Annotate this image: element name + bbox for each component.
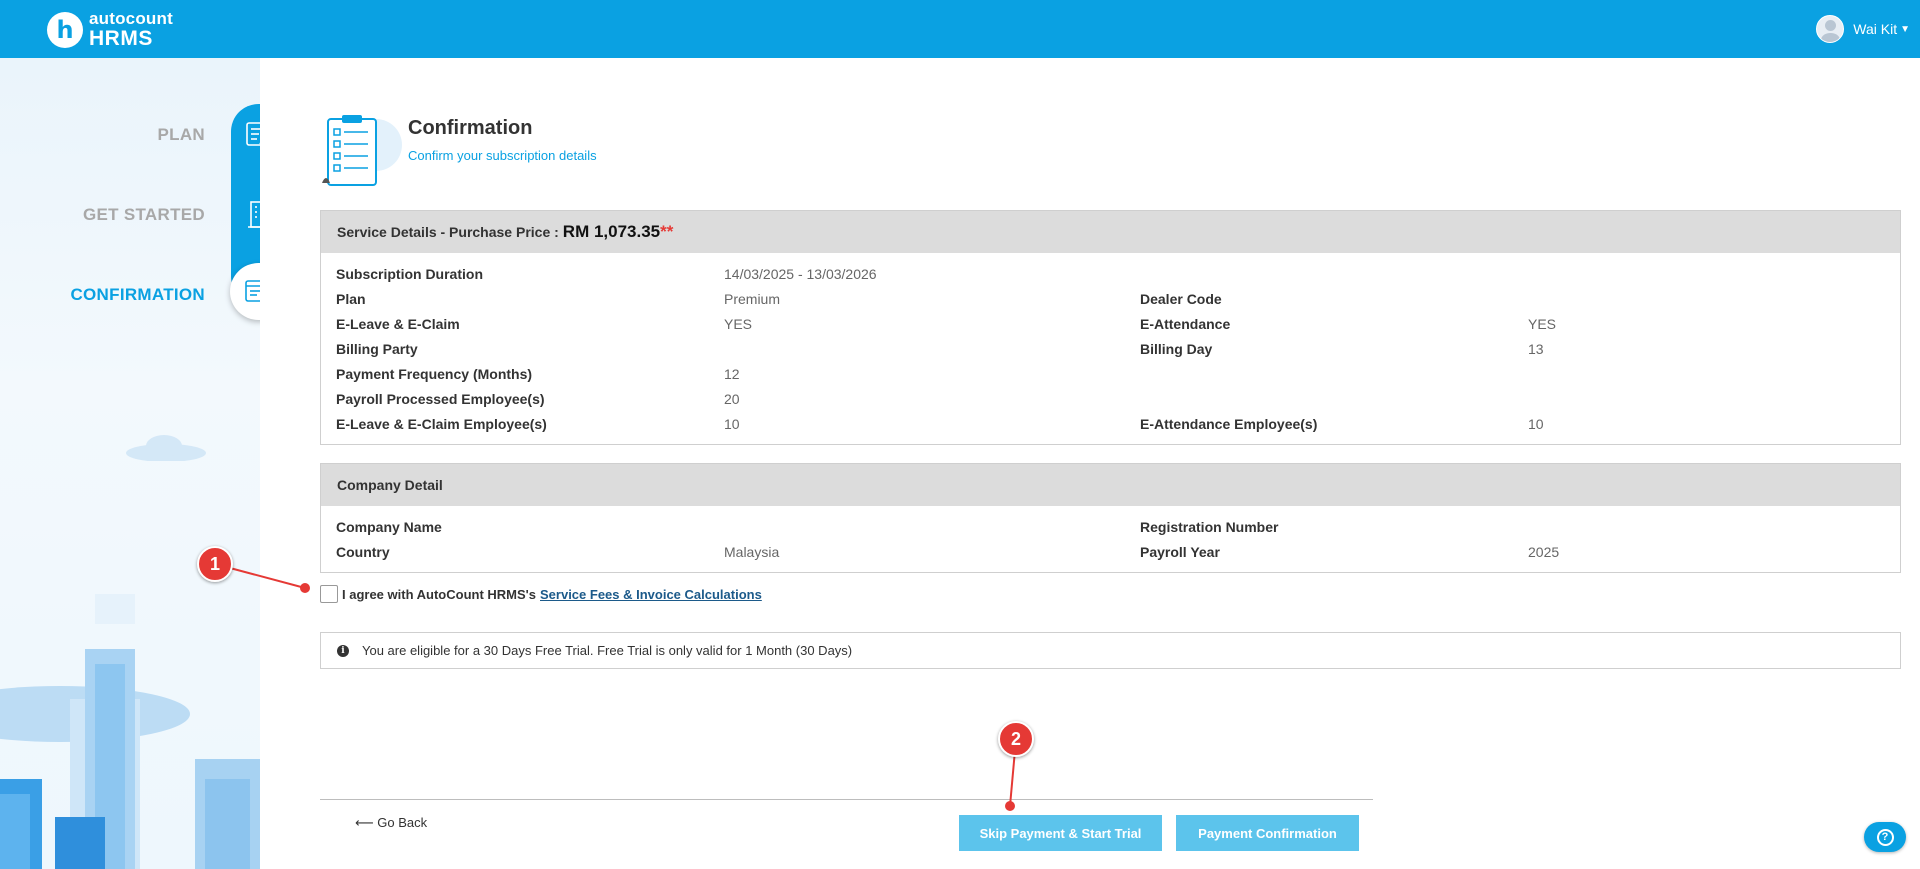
field-label: Dealer Code xyxy=(1140,291,1222,307)
footer-divider xyxy=(320,799,1373,800)
detail-row: Subscription Duration 14/03/2025 - 13/03/… xyxy=(321,263,1900,288)
agreement-checkbox[interactable] xyxy=(320,585,338,603)
service-fees-link[interactable]: Service Fees & Invoice Calculations xyxy=(540,587,762,602)
field-label: Subscription Duration xyxy=(336,266,483,282)
service-details-heading: Service Details - Purchase Price : xyxy=(337,224,559,240)
edit-document-icon xyxy=(243,118,260,150)
company-detail-panel: Company Detail Company Name Registration … xyxy=(320,463,1901,573)
page-title: Confirmation xyxy=(408,117,533,139)
detail-row: Country Malaysia Payroll Year 2025 xyxy=(321,541,1900,566)
field-value: YES xyxy=(1528,316,1557,332)
city-skyline-illustration xyxy=(0,594,260,869)
field-label: Registration Number xyxy=(1140,519,1279,535)
field-value: 20 xyxy=(724,391,740,407)
building-icon xyxy=(243,198,260,230)
service-details-header: Service Details - Purchase Price : RM 1,… xyxy=(321,211,1900,253)
price-footnote-mark: ** xyxy=(660,222,674,241)
field-value: Malaysia xyxy=(724,544,780,560)
user-menu[interactable]: Wai Kit ▼ xyxy=(1816,15,1910,43)
service-details-grid: Subscription Duration 14/03/2025 - 13/03/… xyxy=(321,253,1900,444)
annotation-pointer-1 xyxy=(300,583,310,593)
annotation-marker-1: 1 xyxy=(197,546,233,582)
purchase-price: RM 1,073.35 xyxy=(562,222,661,241)
free-trial-text: You are eligible for a 30 Days Free Tria… xyxy=(362,643,853,658)
field-label: E-Attendance Employee(s) xyxy=(1140,416,1318,432)
stepper-sidebar: PLAN GET STARTED CONFIRMATION xyxy=(0,58,260,869)
user-name: Wai Kit xyxy=(1853,21,1898,37)
annotation-pointer-2 xyxy=(1005,801,1015,811)
go-back-link[interactable]: ⟵ Go Back xyxy=(355,815,427,831)
field-label: E-Leave & E-Claim Employee(s) xyxy=(336,416,547,432)
info-icon: i xyxy=(337,644,349,657)
detail-row: Company Name Registration Number xyxy=(321,516,1900,541)
field-value: 14/03/2025 - 13/03/2026 xyxy=(724,266,877,282)
field-value: 2025 xyxy=(1528,544,1560,560)
payment-confirmation-button[interactable]: Payment Confirmation xyxy=(1176,815,1359,851)
step-label-confirmation[interactable]: CONFIRMATION xyxy=(70,285,205,305)
agreement-text: I agree with AutoCount HRMS's xyxy=(342,586,536,602)
field-label: Country xyxy=(336,544,390,560)
page-subtitle: Confirm your subscription details xyxy=(408,148,597,163)
help-button[interactable]: ? xyxy=(1864,822,1906,852)
field-value: 10 xyxy=(1528,416,1544,432)
field-value: 12 xyxy=(724,366,740,382)
step-label-plan[interactable]: PLAN xyxy=(158,125,205,145)
field-label: Payment Frequency (Months) xyxy=(336,366,533,382)
page-header: Confirmation Confirm your subscription d… xyxy=(320,113,1220,193)
field-label: E-Attendance xyxy=(1140,316,1231,332)
field-value: YES xyxy=(724,316,753,332)
skip-payment-start-trial-button[interactable]: Skip Payment & Start Trial xyxy=(959,815,1162,851)
help-icon: ? xyxy=(1876,828,1894,846)
app-logo[interactable]: h autocount HRMS xyxy=(47,10,173,49)
confirm-document-icon xyxy=(244,279,260,302)
detail-row: Plan Premium Dealer Code xyxy=(321,288,1900,313)
logo-text-top: autocount xyxy=(89,9,173,28)
field-label: Payroll Year xyxy=(1140,544,1220,560)
field-label: Billing Day xyxy=(1140,341,1213,357)
service-details-panel: Service Details - Purchase Price : RM 1,… xyxy=(320,210,1901,445)
logo-text-bottom: HRMS xyxy=(89,27,153,50)
step-label-get-started[interactable]: GET STARTED xyxy=(83,205,205,225)
detail-row: Payroll Processed Employee(s) 20 xyxy=(321,388,1900,413)
field-value: 10 xyxy=(724,416,740,432)
field-label: Payroll Processed Employee(s) xyxy=(336,391,545,407)
field-label: Plan xyxy=(336,291,366,307)
detail-row: Payment Frequency (Months) 12 xyxy=(321,363,1900,388)
free-trial-notice: i You are eligible for a 30 Days Free Tr… xyxy=(320,632,1901,669)
company-detail-header: Company Detail xyxy=(321,464,1900,506)
field-label: Company Name xyxy=(336,519,442,535)
cloud-illustration xyxy=(126,435,206,461)
avatar xyxy=(1816,15,1845,43)
company-detail-grid: Company Name Registration Number Country Ma… xyxy=(321,506,1900,572)
logo-mark: h xyxy=(47,11,83,48)
field-label: E-Leave & E-Claim xyxy=(336,316,460,332)
detail-row: Billing Party Billing Day 13 xyxy=(321,338,1900,363)
field-value: 13 xyxy=(1528,341,1544,357)
detail-row: E-Leave & E-Claim YES E-Attendance YES xyxy=(321,313,1900,338)
detail-row: E-Leave & E-Claim Employee(s) 10 E-Attenda… xyxy=(321,413,1900,438)
field-value: Premium xyxy=(724,291,781,307)
annotation-marker-2: 2 xyxy=(998,721,1034,757)
chevron-down-icon: ▼ xyxy=(1900,23,1910,35)
agreement-row: I agree with AutoCount HRMS's Service Fe… xyxy=(320,585,762,603)
clipboard-checklist-illustration xyxy=(322,115,402,186)
field-label: Billing Party xyxy=(336,341,418,357)
top-bar: h autocount HRMS Wai Kit ▼ xyxy=(0,0,1920,58)
